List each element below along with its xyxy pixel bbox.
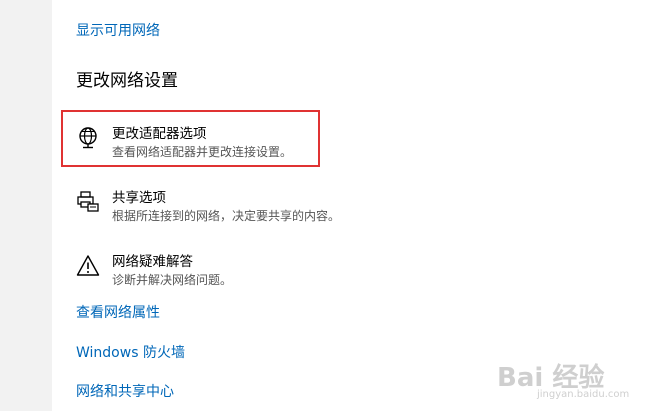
option-description: 根据所连接到的网络，决定要共享的内容。 (112, 209, 341, 223)
sharing-options[interactable]: 共享选项 根据所连接到的网络，决定要共享的内容。 (76, 186, 356, 232)
option-description: 诊断并解决网络问题。 (112, 273, 233, 287)
change-adapter-options[interactable]: 更改适配器选项 查看网络适配器并更改连接设置。 (76, 122, 356, 168)
watermark-url: jingyan.baidu.com (537, 389, 630, 400)
network-settings-page: 显示可用网络 更改网络设置 更改适配器选项 查看网络适配器并更改连接设置。 共享… (0, 0, 655, 411)
network-troubleshooter[interactable]: 网络疑难解答 诊断并解决网络问题。 (76, 250, 356, 296)
network-adapter-icon (79, 127, 97, 149)
option-title: 共享选项 (112, 190, 166, 206)
show-available-networks-link[interactable]: 显示可用网络 (76, 20, 160, 40)
view-network-properties-link[interactable]: 查看网络属性 (76, 302, 160, 322)
option-description: 查看网络适配器并更改连接设置。 (112, 145, 293, 159)
network-sharing-center-link[interactable]: 网络和共享中心 (76, 381, 174, 401)
warning-icon (76, 255, 100, 276)
baidu-watermark: Bai 经验 jingyan.baidu.com (497, 355, 647, 405)
option-title: 网络疑难解答 (112, 254, 193, 270)
sidebar-strip (0, 0, 52, 411)
option-title: 更改适配器选项 (112, 126, 207, 142)
windows-firewall-link[interactable]: Windows 防火墙 (76, 342, 185, 362)
sharing-icon (77, 191, 99, 212)
section-title: 更改网络设置 (76, 71, 178, 91)
